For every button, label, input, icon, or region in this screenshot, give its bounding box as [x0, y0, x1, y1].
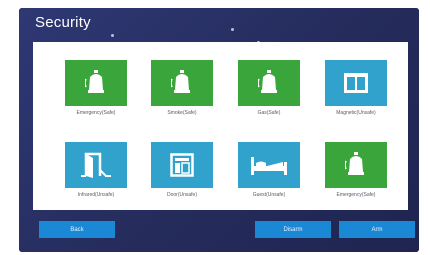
zone-status-box: [65, 60, 127, 106]
zone-panel: Emergency(Safe) Smoke(Safe) Gas(Safe) Ma…: [33, 42, 408, 210]
zone-status-box: [325, 142, 387, 188]
zone-status-box: [325, 60, 387, 106]
zone-tile-smoke[interactable]: Smoke(Safe): [151, 60, 213, 116]
back-button[interactable]: Back: [39, 221, 115, 238]
window-sensor-icon: [343, 72, 369, 94]
zone-label: Guest(Unsafe): [252, 192, 286, 198]
background-star: [231, 28, 234, 31]
page-title: Security: [35, 14, 91, 31]
bed-icon: [249, 154, 289, 176]
security-screen: Security Emergency(Safe) Smoke(Safe) Gas…: [19, 8, 419, 252]
zone-label: Smoke(Safe): [167, 110, 197, 116]
zone-status-box: [238, 60, 300, 106]
arm-button[interactable]: Arm: [339, 221, 415, 238]
alarm-bell-icon: [345, 152, 367, 178]
zone-tile-emergency[interactable]: Emergency(Safe): [65, 60, 127, 116]
zone-status-box: [151, 60, 213, 106]
zone-label: Gas(Safe): [257, 110, 281, 116]
alarm-bell-icon: [85, 70, 107, 96]
zone-status-box: [151, 142, 213, 188]
zone-tile-guest[interactable]: Guest(Unsafe): [238, 142, 300, 198]
zone-tile-emergency-2[interactable]: Emergency(Safe): [325, 142, 387, 198]
window-icon: [170, 153, 194, 177]
zone-status-box: [65, 142, 127, 188]
zone-label: Emergency(Safe): [76, 110, 116, 116]
zone-tile-gas[interactable]: Gas(Safe): [238, 60, 300, 116]
zone-tile-magnetic[interactable]: Magnetic(Unsafe): [325, 60, 387, 116]
door-icon: [80, 152, 112, 178]
alarm-bell-icon: [171, 70, 193, 96]
zone-label: Infrared(Unsafe): [77, 192, 115, 198]
zone-tile-door[interactable]: Door(Unsafe): [151, 142, 213, 198]
alarm-bell-icon: [258, 70, 280, 96]
disarm-button[interactable]: Disarm: [255, 221, 331, 238]
zone-label: Door(Unsafe): [166, 192, 197, 198]
background-star: [111, 34, 114, 37]
zone-label: Magnetic(Unsafe): [336, 110, 376, 116]
zone-tile-infrared[interactable]: Infrared(Unsafe): [65, 142, 127, 198]
zone-status-box: [238, 142, 300, 188]
zone-label: Emergency(Safe): [336, 192, 376, 198]
